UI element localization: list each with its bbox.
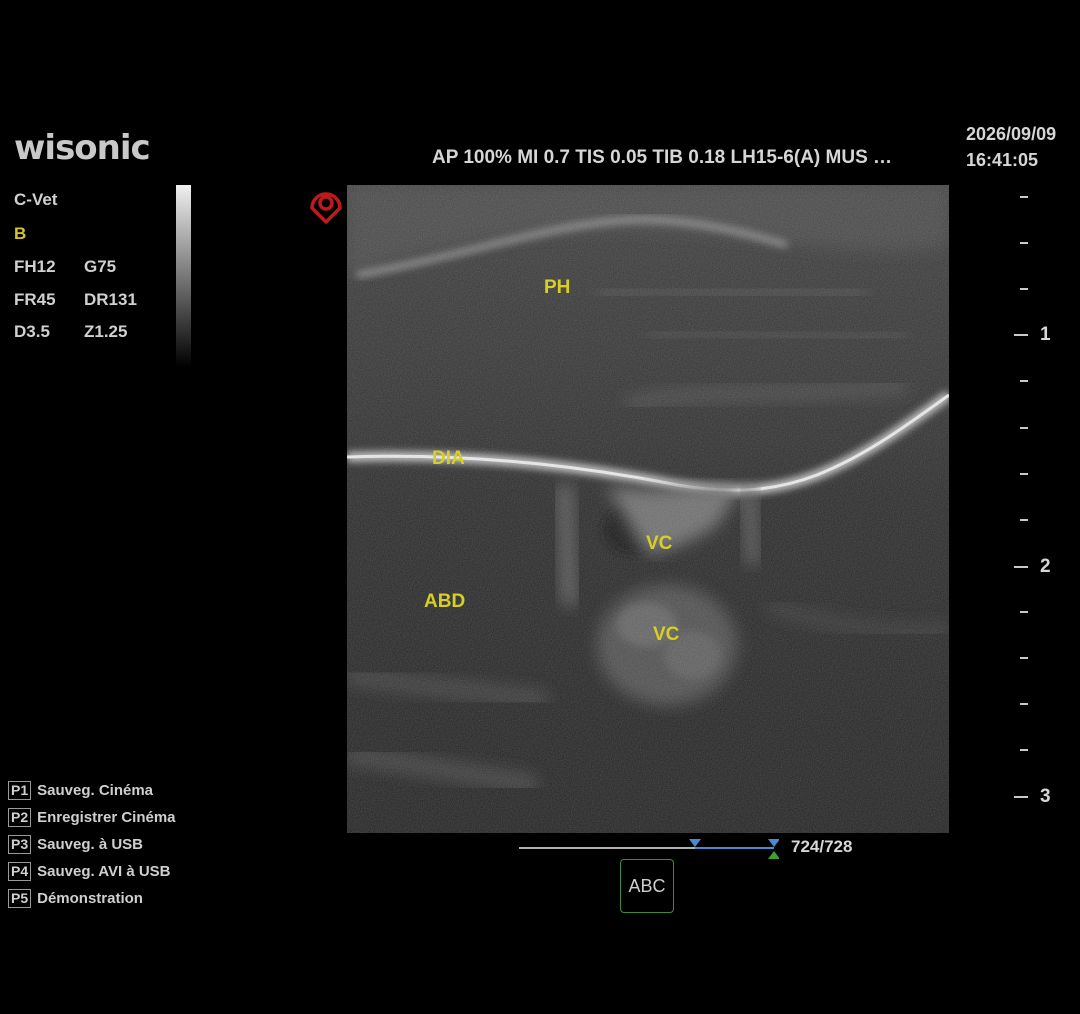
depth-tick — [1020, 611, 1028, 613]
depth-tick — [1020, 749, 1028, 751]
imaging-mode: B — [14, 224, 27, 243]
preset-p3[interactable]: P3 Sauveg. à USB — [8, 831, 176, 858]
depth-tick — [1020, 473, 1028, 475]
param-fh: FH12 — [14, 257, 56, 276]
text-annotation-button[interactable]: ABC — [620, 859, 674, 913]
preset-p2[interactable]: P2 Enregistrer Cinéma — [8, 804, 176, 831]
depth-tick — [1020, 703, 1028, 705]
depth-tick — [1020, 519, 1028, 521]
depth-tick — [1020, 657, 1028, 659]
acoustic-params-bar: AP 100% MI 0.7 TIS 0.05 TIB 0.18 LH15-6(… — [432, 147, 893, 168]
depth-tick — [1014, 334, 1028, 336]
param-dr: DR131 — [84, 290, 137, 309]
preset-p5[interactable]: P5 Démonstration — [8, 885, 176, 912]
preset-label: Sauveg. Cinéma — [37, 782, 154, 799]
ultrasound-image[interactable]: PH DIA VC ABD VC — [347, 185, 949, 833]
annotation-vc-lower: VC — [653, 624, 680, 645]
preset-list: P1 Sauveg. Cinéma P2 Enregistrer Cinéma P3… — [8, 777, 176, 912]
preset-label: Enregistrer Cinéma — [37, 809, 176, 826]
ultrasound-scan — [347, 185, 949, 833]
preset-label: Démonstration — [37, 890, 143, 907]
param-fr: FR45 — [14, 290, 56, 309]
cine-end-marker-icon[interactable] — [768, 839, 779, 847]
depth-tick — [1020, 242, 1028, 244]
preset-p4[interactable]: P4 Sauveg. AVI à USB — [8, 858, 176, 885]
preset-label: Sauveg. AVI à USB — [37, 863, 171, 880]
cine-start-marker-icon[interactable] — [689, 839, 701, 847]
depth-tick — [1014, 566, 1028, 568]
cine-position-marker-icon[interactable] — [768, 851, 779, 859]
depth-label-2: 2 — [1040, 556, 1051, 577]
depth-tick — [1020, 427, 1028, 429]
preset-name: C-Vet — [14, 190, 58, 209]
depth-tick — [1020, 288, 1028, 290]
wisonic-logo: wisonic — [14, 128, 151, 168]
probe-orientation-icon — [310, 192, 342, 224]
preset-key: P2 — [8, 808, 32, 827]
annotation-ph: PH — [544, 277, 571, 298]
datetime: 2026/09/09 16:41:05 — [966, 121, 1056, 173]
cine-frame-counter: 724/728 — [791, 837, 853, 856]
param-zoom: Z1.25 — [84, 322, 128, 341]
preset-key: P3 — [8, 835, 32, 854]
annotation-abd: ABD — [424, 591, 466, 612]
depth-tick — [1014, 796, 1028, 798]
preset-key: P1 — [8, 781, 32, 800]
param-depth: D3.5 — [14, 322, 50, 341]
abc-button-label: ABC — [628, 875, 666, 896]
depth-label-3: 3 — [1040, 786, 1051, 807]
annotation-dia: DIA — [432, 448, 465, 469]
preset-key: P4 — [8, 862, 32, 881]
depth-tick — [1020, 380, 1028, 382]
preset-key: P5 — [8, 889, 32, 908]
depth-tick — [1020, 196, 1028, 198]
cine-progress-bar[interactable] — [519, 835, 779, 861]
param-gain: G75 — [84, 257, 117, 276]
grayscale-bar — [176, 185, 191, 367]
date: 2026/09/09 — [966, 124, 1057, 144]
annotation-vc-upper: VC — [646, 533, 673, 554]
depth-label-1: 1 — [1040, 324, 1051, 345]
preset-label: Sauveg. à USB — [37, 836, 143, 853]
preset-p1[interactable]: P1 Sauveg. Cinéma — [8, 777, 176, 804]
time: 16:41:05 — [966, 150, 1039, 170]
